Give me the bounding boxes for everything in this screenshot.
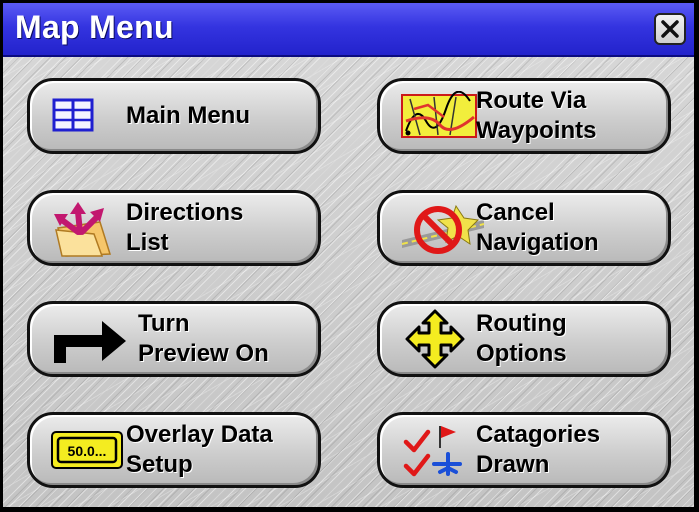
main-menu-label: Main Menu [126,102,250,129]
routing-options-label: Routing Options [476,310,567,367]
cancel-navigation-button[interactable]: Cancel Navigation [377,190,671,266]
cancel-navigation-label: Cancel Navigation [476,199,599,256]
cancel-navigation-icon [401,204,485,254]
menu-panel: Main Menu Route Via Waypoints Directions… [3,57,694,507]
categories-drawn-icon [403,426,462,477]
directions-list-icon [54,202,112,257]
overlay-data-setup-label: Overlay Data Setup [126,421,273,478]
main-menu-icon [52,98,94,132]
overlay-data-icon-text: 50.0... [68,443,107,459]
turn-arrow-icon [54,321,126,363]
overlay-data-icon: 50.0... [51,431,123,469]
overlay-data-setup-button[interactable]: 50.0... Overlay Data Setup [27,412,321,488]
categories-drawn-button[interactable]: Catagories Drawn [377,412,671,488]
map-menu-window: Map Menu Main Menu Route Via Waypoints D… [0,0,699,512]
main-menu-button[interactable]: Main Menu [27,78,321,154]
close-icon [661,20,679,38]
window-title: Map Menu [15,9,174,45]
route-via-waypoints-button[interactable]: Route Via Waypoints [377,78,671,154]
turn-preview-label: Turn Preview On [138,310,269,367]
route-waypoints-icon [401,91,477,138]
directions-list-button[interactable]: Directions List [27,190,321,266]
turn-preview-button[interactable]: Turn Preview On [27,301,321,377]
route-via-waypoints-label: Route Via Waypoints [476,87,597,144]
close-button[interactable] [654,13,686,45]
directions-list-label: Directions List [126,199,244,256]
categories-drawn-label: Catagories Drawn [476,421,601,478]
title-bar: Map Menu [3,3,694,57]
routing-options-button[interactable]: Routing Options [377,301,671,377]
routing-options-icon [405,309,465,369]
